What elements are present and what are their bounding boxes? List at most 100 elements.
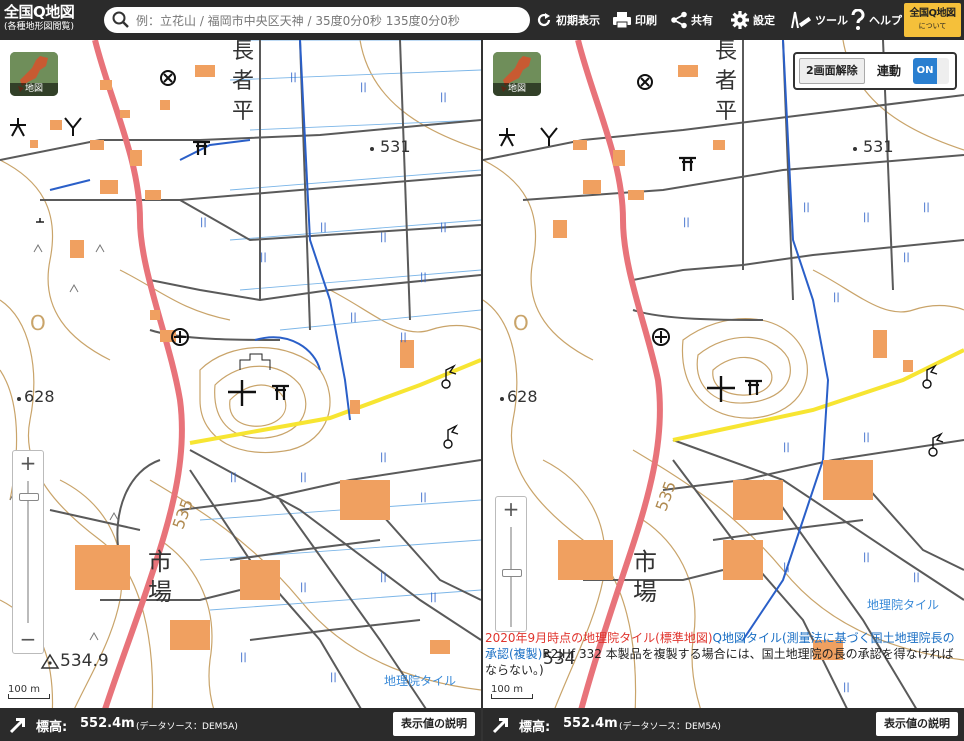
map-label-ichiba-1-right: 市 [633,548,657,576]
zoom-in-button[interactable]: + [13,451,43,477]
svg-text:||: || [863,212,870,223]
explain-values-button-right[interactable]: 表示値の説明 [876,712,958,736]
svg-text:O: O [30,311,46,335]
map-label-chouja-1-right: 長 [715,40,737,64]
cemetery-icon [228,380,256,406]
gsi-tile-link-right[interactable]: 地理院タイル [867,596,939,613]
post-office-icon [160,70,176,86]
triangulation-point-icon [40,653,60,669]
logo-title: 全国Q地図 [4,3,75,21]
svg-text:||: || [803,202,810,213]
zoom-out-button[interactable]: − [13,627,43,653]
svg-text:||: || [863,432,870,443]
svg-text:||: || [350,312,357,323]
elevation-label-628-right: 628 [507,387,538,406]
search-icon [112,11,129,28]
zoom-slider-handle[interactable] [19,493,39,501]
map-label-ichiba-1: 市 [148,548,172,576]
torii-icon-small [36,218,44,223]
map-layer-button-right[interactable]: 地図 [493,52,541,96]
svg-text:||: || [260,252,267,263]
tools-button[interactable]: ツール [790,8,848,32]
explain-values-button[interactable]: 表示値の説明 [393,712,475,736]
elevation-bar-right: 標高: 552.4m (データソース：DEM5A) 表示値の説明 [483,708,964,741]
svg-text:||: || [833,292,840,303]
svg-text:||: || [200,217,207,228]
zoom-control-right: + [495,496,527,632]
help-button[interactable]: ヘルプ [850,8,902,32]
svg-text:||: || [380,232,387,243]
map-label-ichiba-2: 場 [148,578,172,606]
refresh-icon [537,13,551,27]
share-icon [671,11,687,29]
sync-toggle[interactable]: ON [913,58,949,84]
zoom-in-button-right[interactable]: + [496,497,526,523]
map-label-chouja-3-right: 平 [715,99,737,124]
map-attribution: 2020年9月時点の地理院タイル(標準地図)Q地図タイル(測量法に基づく国土地理… [485,630,961,678]
svg-text:||: || [420,272,427,283]
share-button[interactable]: 共有 [670,8,713,32]
sync-label: 連動 [877,64,902,78]
elevation-value: 552.4m [80,716,135,731]
svg-text:||: || [420,492,427,503]
svg-text:||: || [300,582,307,593]
svg-text:||: || [400,332,407,343]
national-road [92,40,185,741]
map-label-chouja-2: 者 [232,69,254,94]
print-label: 印刷 [635,14,657,27]
map-layer-button-left[interactable]: 地図 [10,52,58,96]
arrow-icon[interactable] [8,715,28,735]
svg-text:||: || [783,442,790,453]
paddy-symbols: || || || || || || || || || || || || || || || || || |… [200,72,447,733]
prefectural-road [189,358,481,445]
split-screen-panel: 2画面解除 連動 ON [793,52,957,90]
topographic-map-left[interactable]: || || || || || || || || || || || || || || || || || |… [0,40,481,741]
zoom-slider-right[interactable] [496,523,526,631]
svg-text:||: || [330,672,337,683]
attribution-black-text: R2JHf 332 本製品を複製する場合には、国土地理院の長の承認を得なければな… [485,647,954,677]
map-symbols-right: O [499,74,944,457]
print-button[interactable]: 印刷 [612,8,657,32]
contour-label-535-right: 535 [652,478,680,513]
school-icon-right [499,128,515,147]
settings-button[interactable]: 設定 [730,8,775,32]
app-logo[interactable]: 全国Q地図 (各種地形図閲覧) [4,3,100,37]
zoom-slider-handle-right[interactable] [502,569,522,577]
svg-text:||: || [683,217,690,228]
svg-text:||: || [903,252,910,263]
field-lines [199,40,481,611]
prefectural-road-right [672,348,964,442]
scale-bar-left: 100 m [8,684,50,699]
cemetery-icon-right [707,376,735,402]
map-layer-label: 地図 [10,83,58,96]
shrine-icon-right [679,156,696,171]
agriculture-icon-right [540,127,558,146]
logo-subtitle: (各種地形図閲覧) [4,22,75,32]
about-qmap-button[interactable]: 全国Q地図 について [904,3,961,37]
arrow-icon-right[interactable] [491,715,511,735]
about-line1: 全国Q地図 [909,8,956,19]
svg-text:||: || [230,472,237,483]
reset-view-button[interactable]: 初期表示 [535,8,600,32]
settings-label: 設定 [753,14,775,27]
map-pane-right[interactable]: || || || || || || || || || || || || 長 者 平 市 場 53… [483,40,964,741]
post-office-icon-right [637,74,653,90]
attribution-red-text[interactable]: 2020年9月時点の地理院タイル(標準地図) [485,631,713,645]
search-box [104,7,530,33]
zoom-slider[interactable] [13,477,43,627]
search-input[interactable] [134,10,526,32]
help-label: ヘルプ [869,14,902,27]
elevation-label-531-right: 531 [863,137,894,156]
school-icon [10,118,26,137]
buildings-right [553,65,913,660]
gsi-tile-link-left[interactable]: 地理院タイル [384,672,456,689]
elevation-label: 標高: [36,720,68,735]
map-pane-left[interactable]: || || || || || || || || || || || || || || || || || |… [0,40,481,741]
svg-text:||: || [240,652,247,663]
question-icon [851,9,865,30]
about-line2: について [918,22,947,30]
unsplit-button[interactable]: 2画面解除 [799,58,865,84]
svg-text:||: || [320,222,327,233]
svg-text:O: O [513,311,529,335]
zoom-control-left: + − [12,450,44,654]
